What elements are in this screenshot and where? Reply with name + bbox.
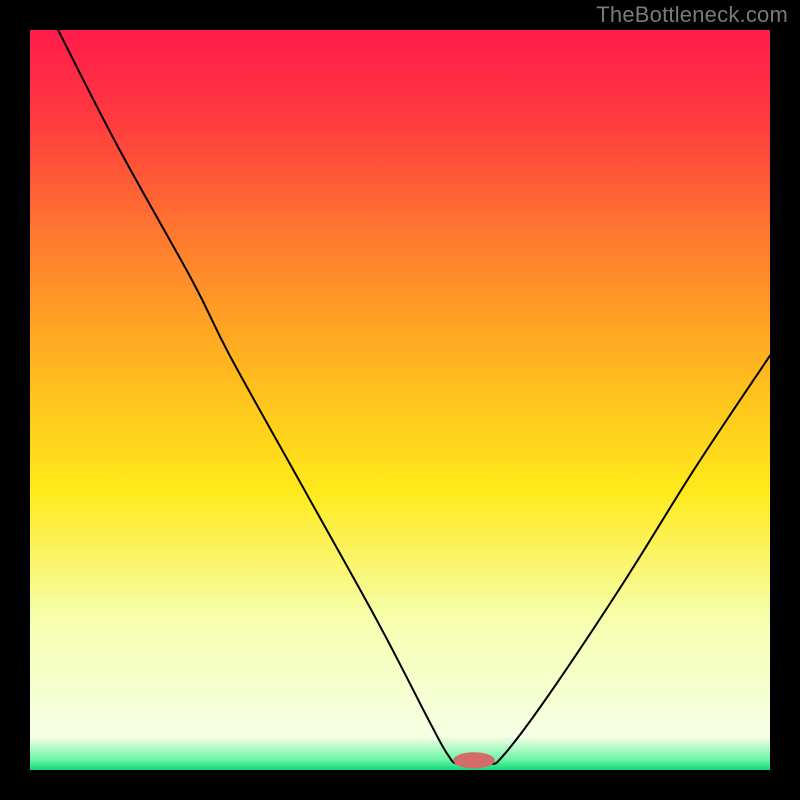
plot-background — [30, 30, 770, 770]
plot-frame — [30, 30, 770, 770]
optimal-point-marker — [453, 752, 494, 768]
chart-container: TheBottleneck.com — [0, 0, 800, 800]
watermark-text: TheBottleneck.com — [596, 2, 788, 28]
plot-svg — [30, 30, 770, 770]
